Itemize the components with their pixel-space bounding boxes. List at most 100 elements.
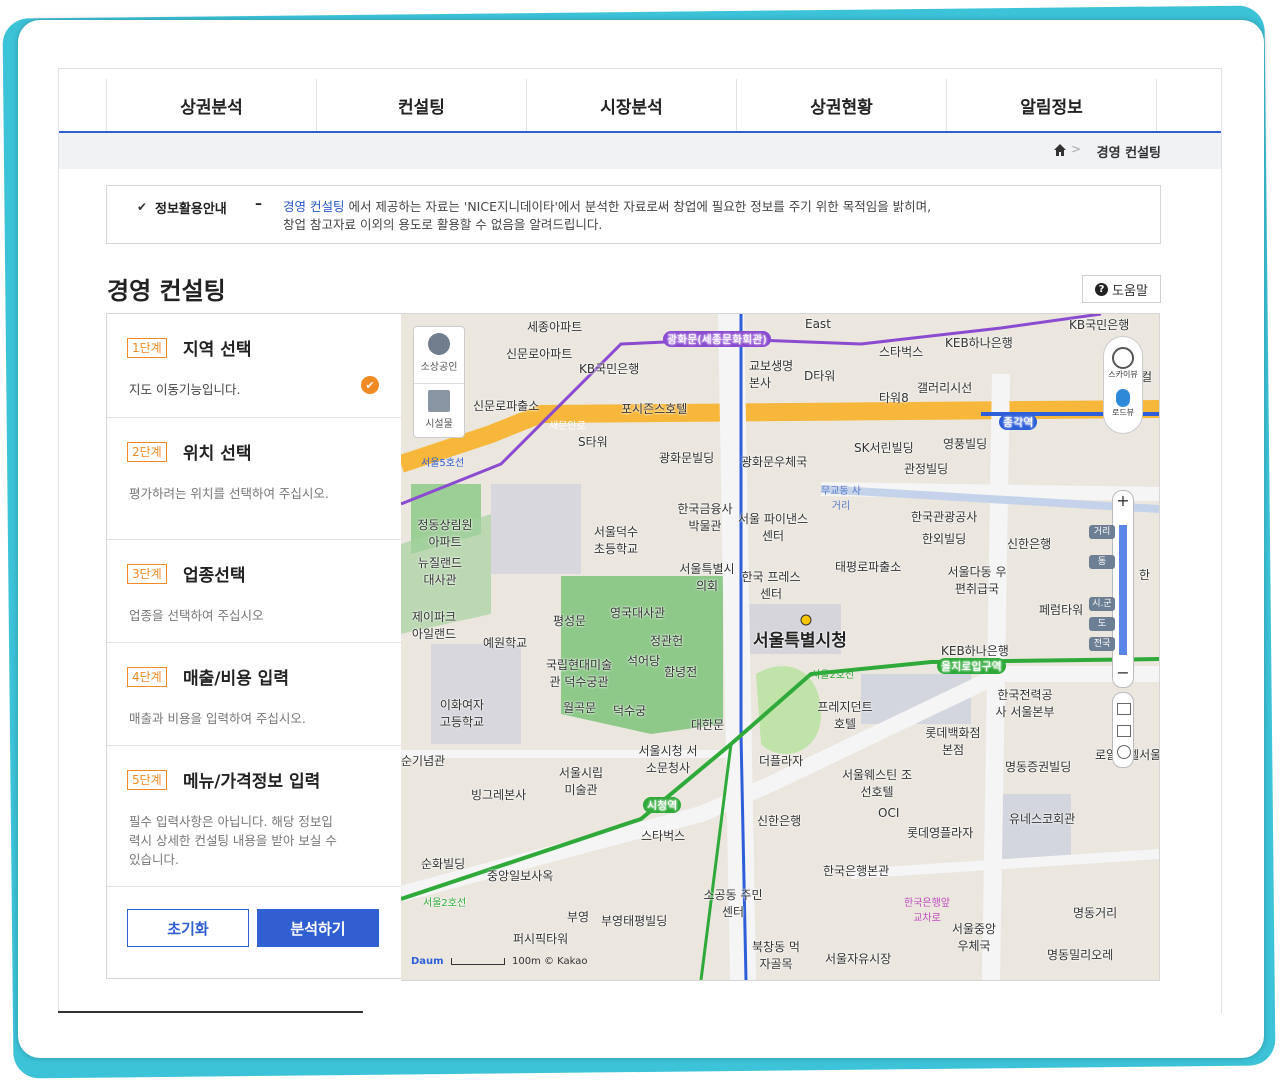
map-label[interactable]: 광화문빌딩 xyxy=(659,449,714,466)
map-label[interactable]: 서울중앙 우체국 xyxy=(949,920,999,954)
map-label[interactable]: 명동증권빌딩 xyxy=(1005,758,1071,775)
map-label[interactable]: 롯데백화점 본점 xyxy=(921,724,985,758)
map-label[interactable]: 유네스코회관 xyxy=(1009,810,1075,827)
small-business-layer-button[interactable]: 소상공인 xyxy=(414,327,464,381)
map-label-subway[interactable]: 광화문(세종문화회관) xyxy=(663,331,771,347)
map-label[interactable]: 한 xyxy=(1139,566,1150,583)
step-4[interactable]: 4단계 매출/비용 입력 매출과 비용을 입력하여 주십시오. xyxy=(107,643,401,746)
map-label[interactable]: 교보생명 본사 xyxy=(749,357,797,391)
map-label[interactable]: 서울웨스틴 조선호텔 xyxy=(837,766,917,800)
zoom-level-dong[interactable]: 동 xyxy=(1089,555,1115,569)
map-label[interactable]: 예원학교 xyxy=(483,634,527,651)
map-label[interactable]: East xyxy=(805,317,831,331)
nav-item-consulting[interactable]: 컨설팅 xyxy=(316,79,526,131)
map-label[interactable]: 신한은행 xyxy=(757,812,801,829)
map-label[interactable]: 관정빌딩 xyxy=(904,460,948,477)
map-label[interactable]: 명동거리 xyxy=(1073,904,1117,921)
map-label[interactable]: KB국민은행 xyxy=(1069,316,1129,333)
map-label[interactable]: 덕수궁 xyxy=(613,702,646,719)
map-label[interactable]: 정동상림원 아파트 xyxy=(415,516,475,550)
map-label-city-hall[interactable]: 서울특별시청 xyxy=(753,626,847,651)
map-label[interactable]: 뉴질랜드 대사관 xyxy=(415,554,465,588)
zoom-out-button[interactable]: − xyxy=(1113,663,1133,682)
map-label[interactable]: 중앙일보사옥 xyxy=(487,867,553,884)
step-1[interactable]: 1단계 지역 선택 지도 이동기능입니다. ✔ xyxy=(107,314,401,418)
map-label[interactable]: 페럼타워 xyxy=(1039,601,1083,618)
map-label[interactable]: KB국민은행 xyxy=(579,360,639,377)
step-5[interactable]: 5단계 메뉴/가격정보 입력 필수 입력사항은 아닙니다. 해당 정보입력시 상… xyxy=(107,746,401,887)
map-label[interactable]: 평성문 xyxy=(553,612,586,629)
map-view[interactable]: 서울특별시청 세종아파트 신문로아파트 KB국민은행 신문로파출소 포시즌스호텔… xyxy=(401,313,1160,981)
map-label[interactable]: 이화여자 고등학교 xyxy=(437,696,487,730)
step-2[interactable]: 2단계 위치 선택 평가하려는 위치를 선택하여 주십시오. xyxy=(107,418,401,540)
zoom-level-province[interactable]: 도 xyxy=(1089,617,1115,631)
map-label-subway[interactable]: 을지로입구역 xyxy=(937,658,1006,674)
map-label[interactable]: 스타벅스 xyxy=(641,827,685,844)
map-label[interactable]: 영풍빌딩 xyxy=(943,435,987,452)
roadview-button[interactable]: 로드뷰 xyxy=(1104,389,1142,418)
map-label[interactable]: 타워8 xyxy=(879,389,909,406)
map-label[interactable]: 영국대사관 xyxy=(610,604,665,621)
map-label[interactable]: 신문로아파트 xyxy=(506,345,572,362)
map-label[interactable]: 한국관광공사 xyxy=(911,508,977,525)
map-label[interactable]: 정관헌 xyxy=(650,632,683,649)
map-label[interactable]: 소공동 주민센터 xyxy=(703,886,763,920)
map-label[interactable]: 북창동 먹자골목 xyxy=(751,938,801,972)
home-icon[interactable] xyxy=(1053,143,1067,157)
map-label[interactable]: KEB하나은행 xyxy=(945,334,1013,351)
facility-layer-button[interactable]: 시설물 xyxy=(414,383,464,438)
map-label[interactable]: 국립현대미술관 덕수궁관 xyxy=(541,656,617,690)
map-label[interactable]: 부영 xyxy=(567,908,589,925)
map-label[interactable]: 함녕전 xyxy=(664,663,697,680)
map-label[interactable]: 한국은행본관 xyxy=(823,862,889,879)
skyview-button[interactable]: 스카이뷰 xyxy=(1104,347,1142,380)
zoom-slider-track[interactable] xyxy=(1119,525,1127,655)
map-label[interactable]: 서울특별시 의회 xyxy=(675,560,739,594)
measure-icon[interactable] xyxy=(1117,703,1131,715)
map-label[interactable]: 한국금융사 박물관 xyxy=(673,500,737,534)
map-label[interactable]: D타워 xyxy=(804,367,835,384)
map-label[interactable]: 월곡문 xyxy=(563,699,596,716)
analyze-button[interactable]: 분석하기 xyxy=(257,909,379,947)
reset-view-icon[interactable] xyxy=(1117,745,1131,759)
map-label[interactable]: 신한은행 xyxy=(1007,535,1051,552)
map-label[interactable]: SK서린빌딩 xyxy=(854,439,914,456)
map-label[interactable]: 세종아파트 xyxy=(527,318,582,335)
map-label[interactable]: 한외빌딩 xyxy=(922,530,966,547)
zoom-control[interactable]: + 거리 동 시.군 도 전국 − xyxy=(1089,490,1134,688)
map-label[interactable]: 서울자유시장 xyxy=(825,950,891,967)
map-label[interactable]: OCI xyxy=(878,806,899,820)
map-label[interactable]: 서울덕수 초등학교 xyxy=(591,523,641,557)
map-label[interactable]: 더플라자 xyxy=(759,752,803,769)
map-label[interactable]: 서울시립 미술관 xyxy=(556,764,606,798)
nav-item-district-analysis[interactable]: 상권분석 xyxy=(106,79,316,131)
map-label[interactable]: 롯데영플라자 xyxy=(907,824,973,841)
zoom-in-button[interactable]: + xyxy=(1113,491,1133,510)
zoom-level-street[interactable]: 거리 xyxy=(1089,525,1115,539)
nav-item-notice-info[interactable]: 알림정보 xyxy=(946,79,1157,131)
map-label[interactable]: 태평로파출소 xyxy=(835,558,901,575)
zoom-level-city[interactable]: 시.군 xyxy=(1089,597,1115,611)
map-label-subway[interactable]: 시청역 xyxy=(643,797,682,813)
map-label[interactable]: 명동밀리오레 xyxy=(1047,946,1113,963)
help-button[interactable]: ? 도움말 xyxy=(1082,275,1161,303)
map-label[interactable]: 포시즌스호텔 xyxy=(621,400,687,417)
map-label[interactable]: 광화문우체국 xyxy=(741,453,807,470)
nav-item-market-analysis[interactable]: 시장분석 xyxy=(526,79,736,131)
map-label[interactable]: 부영태평빌딩 xyxy=(601,912,667,929)
map-label[interactable]: 퍼시픽타워 xyxy=(513,930,568,947)
map-label[interactable]: 석어당 xyxy=(627,652,660,669)
map-label[interactable]: 서울 파이낸스센터 xyxy=(737,510,809,544)
map-label[interactable]: 한국 프레스센터 xyxy=(739,568,803,602)
map-label[interactable]: 순기념관 xyxy=(401,752,445,769)
map-label[interactable]: 갤러리시선 xyxy=(917,379,972,396)
map-label[interactable]: 순화빌딩 xyxy=(421,855,465,872)
map-label-subway[interactable]: 종각역 xyxy=(999,414,1038,430)
map-label[interactable]: 빙그레본사 xyxy=(471,786,526,803)
map-label[interactable]: S타워 xyxy=(578,433,608,450)
map-label[interactable]: 서울시청 서소문청사 xyxy=(633,742,703,776)
area-icon[interactable] xyxy=(1117,725,1131,737)
map-label[interactable]: KEB하나은행 xyxy=(941,642,1009,659)
map-label[interactable]: 신문로파출소 xyxy=(473,397,539,414)
step-3[interactable]: 3단계 업종선택 업종을 선택하여 주십시오 xyxy=(107,540,401,643)
